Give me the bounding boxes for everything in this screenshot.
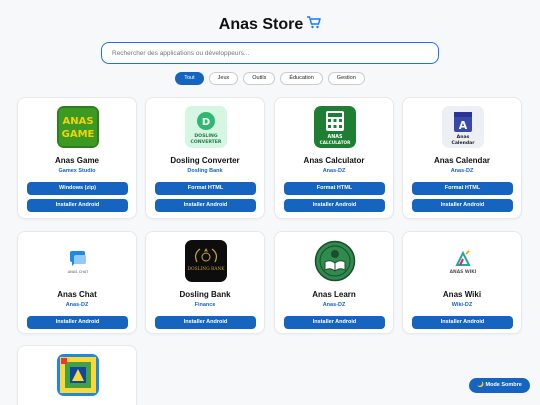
format-html-button[interactable]: Format HTML — [412, 182, 513, 195]
svg-text:CALCULATOR: CALCULATOR — [320, 140, 351, 145]
app-developer[interactable]: Finance — [146, 302, 264, 308]
app-card-anas-wiki: ANAS WIKI Anas Wiki Wiki-DZ Installer An… — [402, 231, 522, 334]
format-html-button[interactable]: Format HTML — [284, 182, 385, 195]
app-developer[interactable]: Anas-DZ — [403, 168, 521, 174]
app-name: Anas Game — [54, 156, 100, 165]
app-name: Anas Wiki — [442, 290, 482, 299]
svg-text:CONVERTER: CONVERTER — [191, 139, 222, 145]
page-title: Anas Store — [0, 16, 540, 34]
anas-game-icon-text: ANAS — [62, 116, 93, 127]
calendar-icon: A Anas Calendar — [442, 106, 484, 148]
app-developer[interactable]: Gamex Studio — [18, 168, 136, 174]
install-android-button[interactable]: Installer Android — [27, 316, 128, 329]
app-card-game-partial — [17, 345, 137, 405]
app-developer[interactable]: Anas-DZ — [275, 302, 393, 308]
svg-text:Anas: Anas — [457, 134, 470, 140]
tab-tout[interactable]: Tout — [175, 72, 204, 85]
app-name: Anas Calculator — [303, 156, 365, 165]
app-name: Dosling Bank — [179, 290, 231, 299]
svg-text:DOSLING: DOSLING — [194, 133, 218, 139]
app-card-anas-chat: ANAS CHAT Anas Chat Anas-DZ Installer An… — [17, 231, 137, 334]
app-developer[interactable]: Wiki-DZ — [403, 302, 521, 308]
app-card-dosling-bank: DOSLING BANK Dosling Bank Finance Instal… — [145, 231, 265, 334]
category-tabs: Tout Jeux Outils Éducation Gestion — [0, 72, 540, 85]
install-android-button[interactable]: Installer Android — [27, 199, 128, 212]
app-developer[interactable]: Dosling Bank — [146, 168, 264, 174]
windows-zip-button[interactable]: Windows (zip) — [27, 182, 128, 195]
svg-text:GAME: GAME — [62, 129, 95, 140]
install-android-button[interactable]: Installer Android — [412, 199, 513, 212]
install-android-button[interactable]: Installer Android — [284, 316, 385, 329]
app-card-anas-calendar: A Anas Calendar Anas Calendar Anas-DZ Form… — [402, 97, 522, 219]
svg-text:ANAS CHAT: ANAS CHAT — [68, 270, 89, 274]
tab-outils[interactable]: Outils — [243, 72, 276, 85]
app-name: Anas Learn — [312, 290, 356, 299]
app-card-anas-learn: Anas Learn Anas-DZ Installer Android — [274, 231, 394, 334]
install-android-button[interactable]: Installer Android — [155, 199, 256, 212]
calculator-icon: ANAS CALCULATOR — [314, 106, 356, 148]
app-card-anas-calculator: ANAS CALCULATOR Anas Calculator Anas-DZ F… — [274, 97, 394, 219]
app-developer[interactable]: Anas-DZ — [18, 302, 136, 308]
install-android-button[interactable]: Installer Android — [412, 316, 513, 329]
wiki-icon: ANAS WIKI — [442, 240, 484, 282]
bank-icon: DOSLING BANK — [185, 240, 227, 282]
tab-gestion[interactable]: Gestion — [327, 72, 365, 85]
book-icon — [314, 240, 356, 282]
app-name: Anas Chat — [57, 290, 97, 299]
app-card-dosling-converter: D DOSLING CONVERTER Dosling Converter Dosl… — [145, 97, 265, 219]
tab-jeux[interactable]: Jeux — [208, 72, 239, 85]
svg-text:ANAS WIKI: ANAS WIKI — [450, 269, 477, 275]
dosling-converter-icon: D DOSLING CONVERTER — [185, 106, 227, 148]
store-title: Anas Store — [218, 16, 304, 33]
chat-icon: ANAS CHAT — [57, 240, 99, 282]
anas-game-icon: ANAS GAME — [57, 106, 99, 148]
app-developer[interactable]: Anas-DZ — [275, 168, 393, 174]
tab-education[interactable]: Éducation — [280, 72, 323, 85]
format-html-button[interactable]: Format HTML — [155, 182, 256, 195]
cart-icon — [307, 16, 322, 32]
install-android-button[interactable]: Installer Android — [284, 199, 385, 212]
game-cube-icon — [57, 354, 99, 396]
app-card-anas-game: ANAS GAME Anas Game Gamex Studio Windows … — [17, 97, 137, 219]
app-name: Anas Calendar — [433, 156, 491, 165]
dark-mode-button[interactable]: 🌙 Mode Sombre — [469, 378, 530, 393]
search-input[interactable] — [101, 42, 439, 64]
svg-text:A: A — [459, 119, 468, 132]
svg-text:D: D — [202, 117, 210, 128]
svg-text:DOSLING BANK: DOSLING BANK — [187, 267, 225, 272]
app-name: Dosling Converter — [170, 156, 240, 165]
svg-text:Calendar: Calendar — [451, 140, 475, 146]
install-android-button[interactable]: Installer Android — [155, 316, 256, 329]
